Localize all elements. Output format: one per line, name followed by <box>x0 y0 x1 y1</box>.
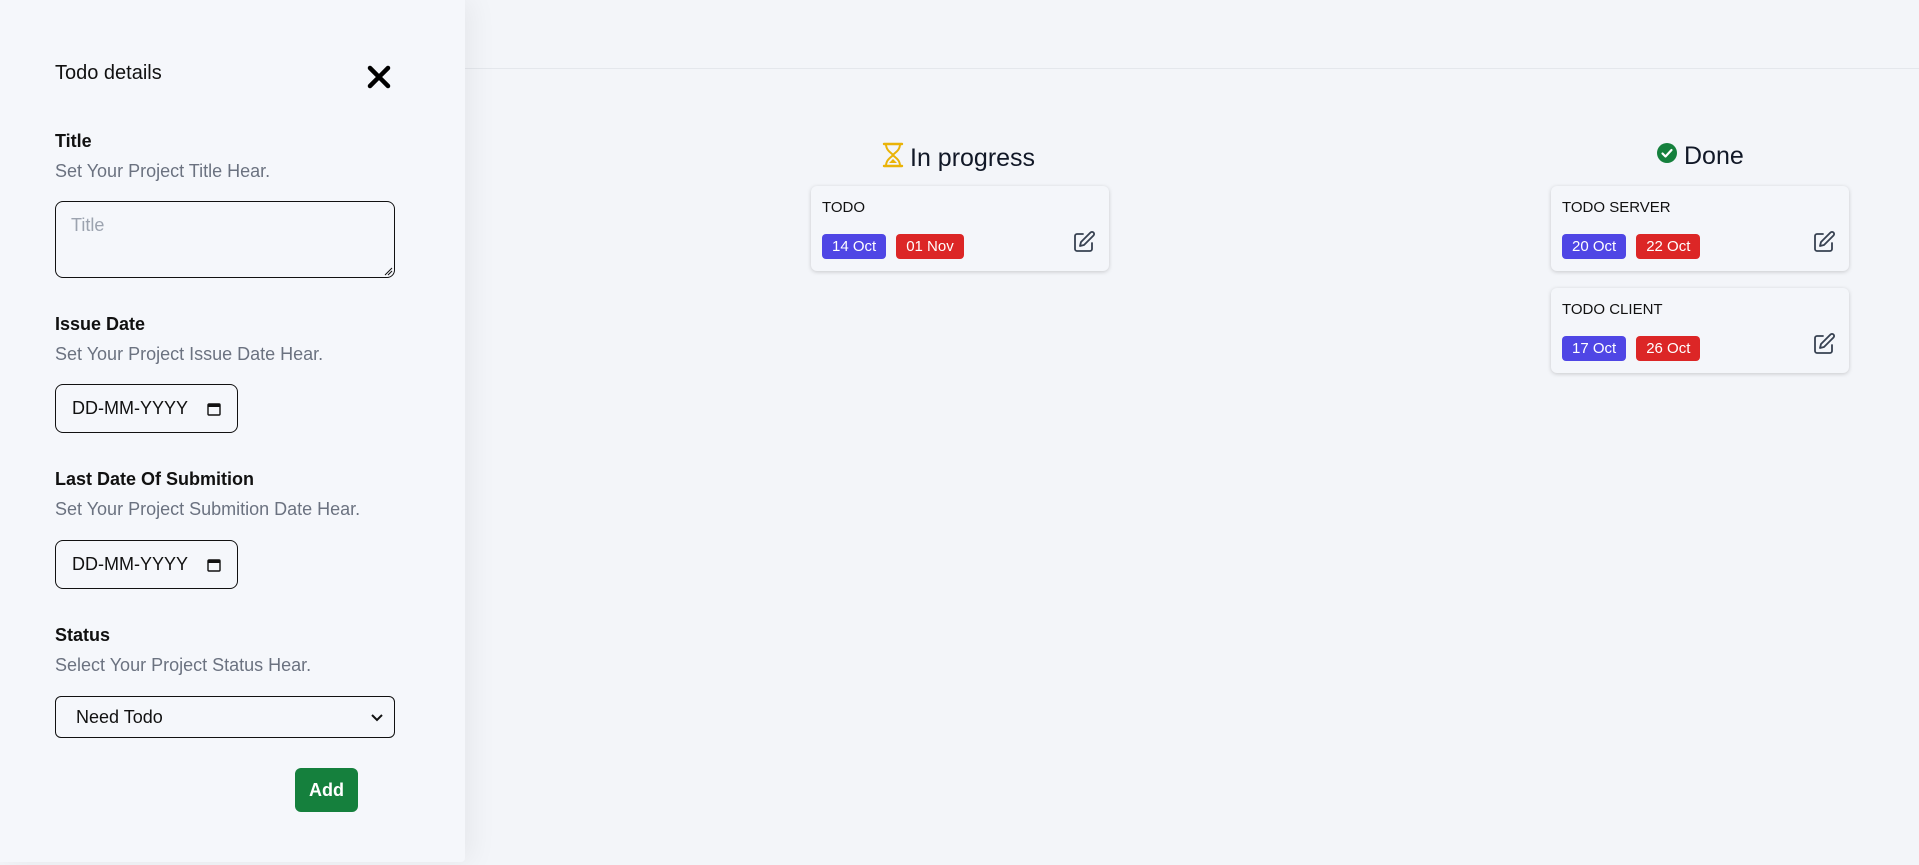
edit-icon[interactable] <box>1071 229 1097 255</box>
date-value: DD-MM-YYYY <box>72 554 188 574</box>
last-date-hint: Set Your Project Submition Date Hear. <box>55 499 361 519</box>
resize-handle-icon[interactable] <box>383 266 393 276</box>
title-hint: Set Your Project Title Hear. <box>55 161 271 181</box>
status-selected-value: Need Todo <box>76 706 163 727</box>
todo-card[interactable]: TODO 14 Oct 01 Nov <box>811 186 1109 271</box>
issue-date-hint: Set Your Project Issue Date Hear. <box>55 344 324 364</box>
add-button[interactable]: Add <box>295 768 358 812</box>
status-select[interactable]: Need Todo <box>55 696 395 738</box>
column-title: In progress <box>910 144 1036 172</box>
start-date-badge: 14 Oct <box>822 234 887 259</box>
issue-date-label: Issue Date <box>55 314 146 334</box>
status-hint: Select Your Project Status Hear. <box>55 655 312 675</box>
edit-icon[interactable] <box>1811 331 1837 357</box>
drawer-title: Todo details <box>55 62 162 84</box>
card-title: TODO SERVER <box>1562 199 1671 216</box>
issue-date-input[interactable]: DD-MM-YYYY <box>55 384 238 433</box>
end-date-badge: 01 Nov <box>896 234 964 259</box>
card-title: TODO CLIENT <box>1562 301 1663 318</box>
card-title: TODO <box>822 199 866 216</box>
check-circle-icon <box>1656 142 1678 171</box>
start-date-badge: 17 Oct <box>1562 336 1627 361</box>
start-date-badge: 20 Oct <box>1562 234 1627 259</box>
column-header-done: Done <box>1656 142 1744 171</box>
chevron-down-icon <box>371 714 383 722</box>
todo-details-drawer: Todo details Title Set Your Project Titl… <box>0 0 465 862</box>
title-label: Title <box>55 131 92 151</box>
close-icon[interactable] <box>364 62 394 92</box>
edit-icon[interactable] <box>1811 229 1837 255</box>
column-header-in-progress: In progress <box>882 142 1035 175</box>
title-input[interactable] <box>55 201 395 278</box>
calendar-icon[interactable] <box>207 402 221 416</box>
column-title: Done <box>1684 142 1744 170</box>
calendar-icon[interactable] <box>207 558 221 572</box>
end-date-badge: 26 Oct <box>1636 336 1701 361</box>
last-date-label: Last Date Of Submition <box>55 469 255 489</box>
last-date-input[interactable]: DD-MM-YYYY <box>55 540 238 589</box>
todo-card[interactable]: TODO SERVER 20 Oct 22 Oct <box>1551 186 1849 271</box>
todo-card[interactable]: TODO CLIENT 17 Oct 26 Oct <box>1551 288 1849 373</box>
date-value: DD-MM-YYYY <box>72 398 188 418</box>
end-date-badge: 22 Oct <box>1636 234 1701 259</box>
status-label: Status <box>55 625 111 645</box>
hourglass-icon <box>882 142 904 175</box>
